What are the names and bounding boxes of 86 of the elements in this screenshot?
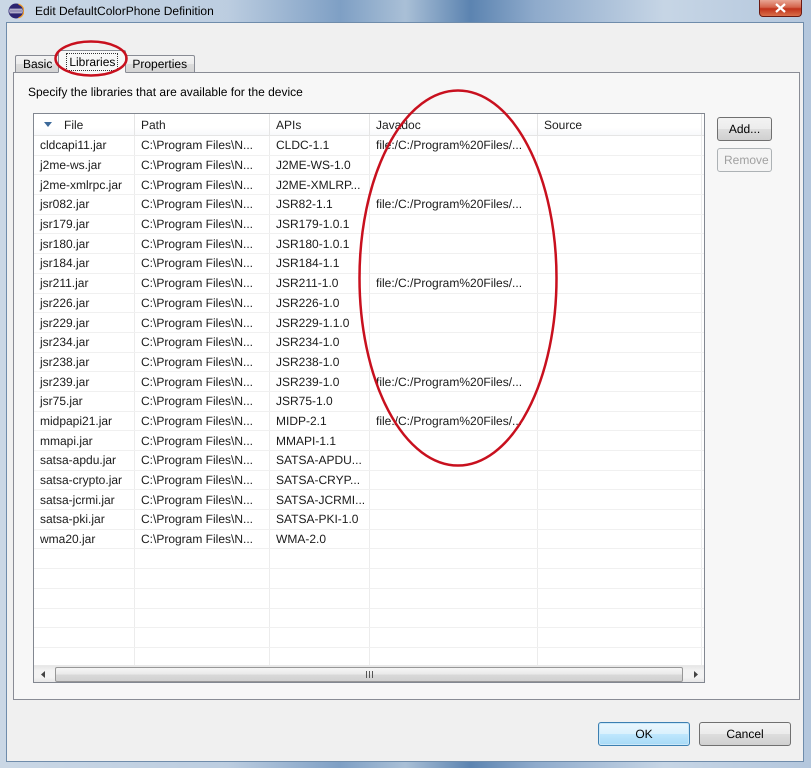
table-cell: C:\Program Files\N... (141, 473, 254, 488)
table-cell: C:\Program Files\N... (141, 316, 254, 330)
table-cell: CLDC-1.1 (276, 138, 330, 152)
table-cell: C:\Program Files\N... (141, 178, 254, 192)
table-cell: jsr211.jar (40, 276, 88, 290)
table-cell: C:\Program Files\N... (141, 335, 254, 350)
table-cell: MIDP-2.1 (276, 414, 327, 428)
table-cell: C:\Program Files\N... (141, 296, 254, 310)
table-cell: JSR211-1.0 (276, 276, 338, 290)
column-header[interactable]: Path (135, 114, 270, 135)
table-cell: C:\Program Files\N... (141, 158, 254, 172)
table-cell: C:\Program Files\N... (141, 236, 254, 251)
table-cell: mmapi.jar (40, 434, 93, 448)
dialog-button[interactable]: OK (598, 722, 690, 746)
table-cell: jsr238.jar (40, 354, 90, 369)
column-header[interactable]: File (34, 114, 135, 135)
column-header[interactable]: APIs (270, 114, 370, 135)
table-cell: jsr75.jar (40, 394, 83, 408)
table-cell: C:\Program Files\N... (141, 138, 254, 152)
tab[interactable]: Libraries (58, 50, 126, 73)
table-cell: C:\Program Files\N... (141, 374, 254, 389)
table-cell: C:\Program Files\N... (141, 492, 254, 507)
table-cell: j2me-xmlrpc.jar (40, 178, 122, 192)
side-button[interactable]: Add... (717, 117, 772, 141)
table-cell: jsr234.jar (40, 335, 90, 350)
table-cell: C:\Program Files\N... (141, 434, 254, 448)
horizontal-scrollbar[interactable] (34, 665, 704, 682)
right-triangle-icon (694, 670, 698, 678)
table-cell: file:/C:/Program%20Files/... (376, 374, 522, 389)
table-cell: JSR239-1.0 (276, 374, 340, 389)
table-cell: jsr082.jar (40, 197, 90, 212)
table-cell: SATSA-APDU... (276, 453, 362, 468)
table-cell: file:/C:/Program%20Files/... (376, 276, 522, 290)
table-cell: SATSA-PKI-1.0 (276, 512, 358, 526)
table-cell: C:\Program Files\N... (141, 276, 254, 290)
table-cell: JSR184-1.1 (276, 256, 340, 270)
column-header[interactable]: Source (538, 114, 702, 135)
tab[interactable]: Basic (15, 55, 60, 73)
table-cell: wma20.jar (40, 532, 96, 546)
table-cell: SATSA-JCRMI... (276, 492, 366, 507)
table-cell: file:/C:/Program%20Files/... (376, 197, 522, 212)
left-triangle-icon (40, 670, 44, 678)
description-text: Specify the libraries that are available for the device (28, 85, 303, 100)
scroll-thumb[interactable] (55, 666, 683, 682)
table-cell: C:\Program Files\N... (141, 217, 254, 232)
table-cell: j2me-ws.jar (40, 158, 102, 172)
table-cell: C:\Program Files\N... (141, 197, 254, 212)
table-cell: JSR180-1.0.1 (276, 236, 350, 251)
table-cell: C:\Program Files\N... (141, 453, 254, 468)
grip-icon (366, 670, 372, 678)
table-cell: JSR238-1.0 (276, 354, 340, 369)
table-cell: satsa-pki.jar (40, 512, 105, 526)
table-cell: jsr180.jar (40, 236, 90, 251)
table-cell: JSR229-1.1.0 (276, 316, 350, 330)
table-cell: jsr229.jar (40, 316, 90, 330)
table-cell: J2ME-XMLRP... (276, 178, 360, 192)
table-cell: JSR179-1.0.1 (276, 217, 350, 232)
table-cell: WMA-2.0 (276, 532, 326, 546)
table-cell: JSR234-1.0 (276, 335, 340, 350)
tab[interactable]: Properties (124, 55, 196, 73)
table-cell: jsr239.jar (40, 374, 90, 389)
sphere-icon (8, 3, 24, 19)
table-cell: jsr226.jar (40, 296, 90, 310)
table-cell: jsr184.jar (40, 256, 90, 270)
table-cell: J2ME-WS-1.0 (276, 158, 351, 172)
table-cell: cldcapi11.jar (40, 138, 106, 152)
dialog-button[interactable]: Cancel (699, 722, 791, 746)
table-cell: SATSA-CRYP... (276, 473, 360, 488)
table-cell: C:\Program Files\N... (141, 512, 254, 526)
table-cell: C:\Program Files\N... (141, 394, 254, 408)
table-cell: satsa-jcrmi.jar (40, 492, 115, 507)
table-cell: C:\Program Files\N... (141, 414, 254, 428)
table-cell: jsr179.jar (40, 217, 90, 232)
table-cell: C:\Program Files\N... (141, 256, 254, 270)
table-cell: C:\Program Files\N... (141, 354, 254, 369)
table-cell: satsa-crypto.jar (40, 473, 122, 488)
table-cell: satsa-apdu.jar (40, 453, 116, 468)
close-icon (775, 3, 786, 13)
table-cell: JSR75-1.0 (276, 394, 333, 408)
table-cell: JSR82-1.1 (276, 197, 333, 212)
window-title: Edit DefaultColorPhone Definition (35, 4, 214, 18)
table-cell: MMAPI-1.1 (276, 434, 336, 448)
table-cell: JSR226-1.0 (276, 296, 340, 310)
table-cell: C:\Program Files\N... (141, 532, 254, 546)
close-button[interactable] (759, 0, 802, 17)
table-cell: midpapi21.jar (40, 414, 112, 428)
